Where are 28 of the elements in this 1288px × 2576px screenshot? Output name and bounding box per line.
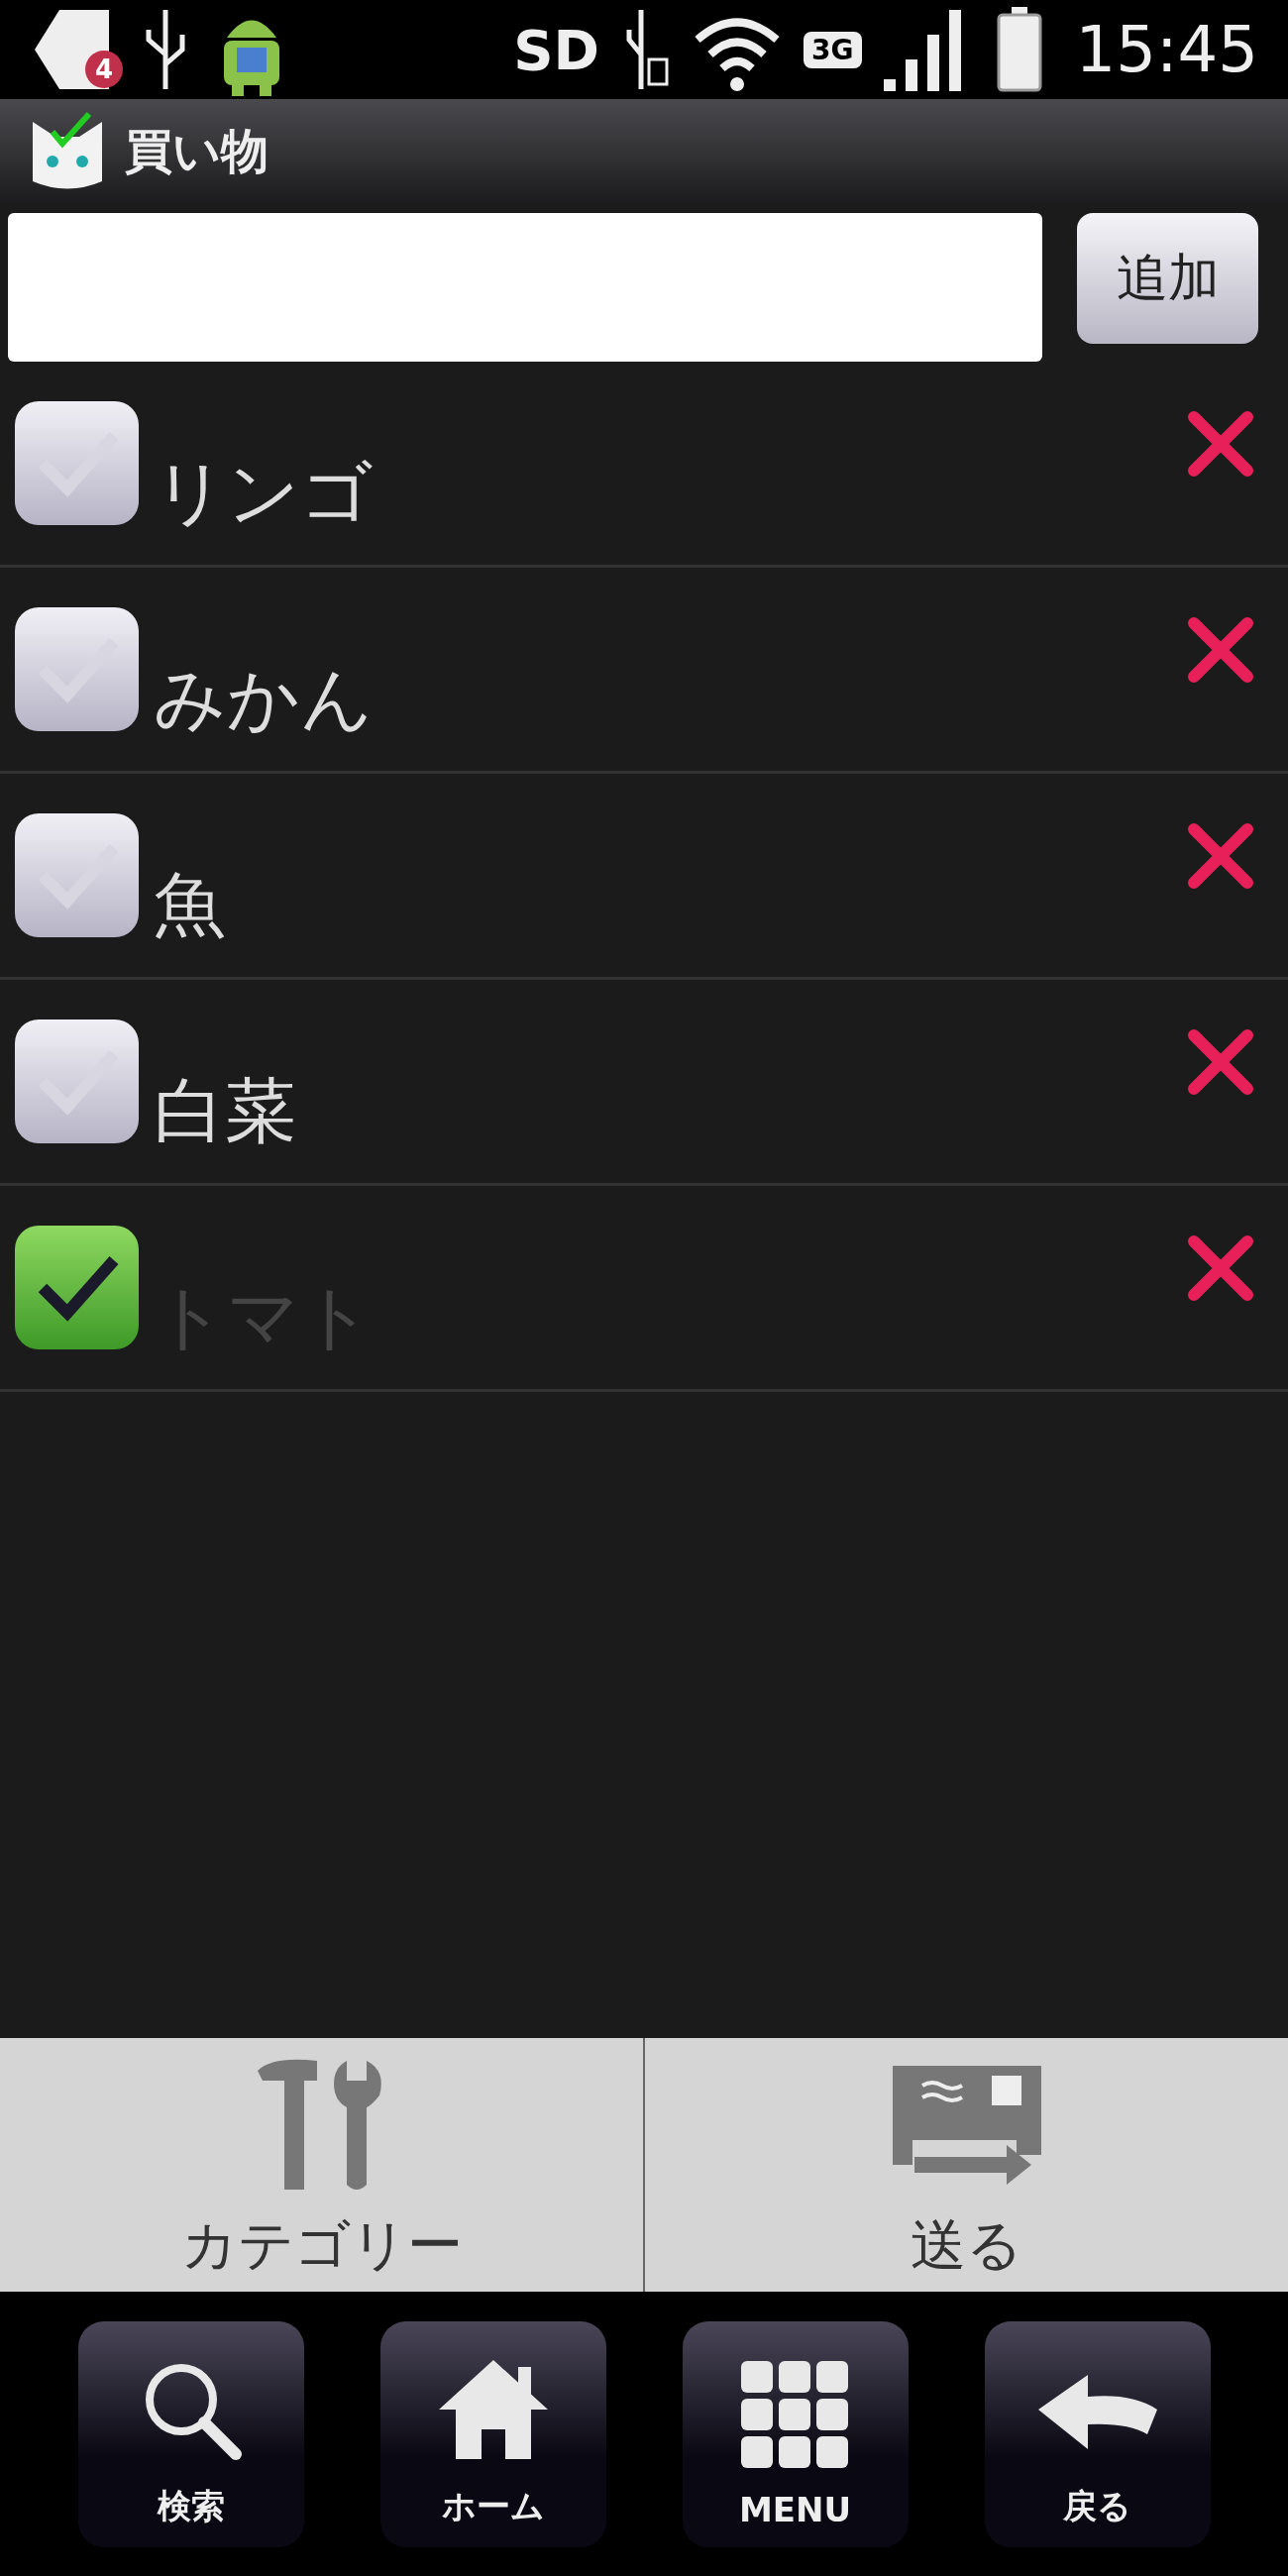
delete-x-icon[interactable] xyxy=(1188,411,1253,477)
toolbar-action-button[interactable]: カテゴリー xyxy=(0,2038,643,2292)
delete-x-icon[interactable] xyxy=(1188,1029,1253,1095)
checkbox[interactable] xyxy=(15,1226,139,1349)
nav-key-button[interactable]: 検索 xyxy=(77,2320,304,2547)
delete-x-icon[interactable] xyxy=(1188,617,1253,683)
checkbox[interactable] xyxy=(15,813,139,937)
sd-card-label: SD xyxy=(513,17,600,82)
checkbox[interactable] xyxy=(15,607,139,731)
grid-icon xyxy=(740,2360,850,2470)
delete-x-icon[interactable] xyxy=(1188,823,1253,889)
delete-x-icon[interactable] xyxy=(1188,1235,1253,1301)
checkbox[interactable] xyxy=(15,1020,139,1143)
item-input-field[interactable] xyxy=(8,213,1042,362)
nav-key-button[interactable]: ホーム xyxy=(379,2320,606,2547)
app-title: 買い物 xyxy=(125,121,268,180)
item-name: みかん xyxy=(154,656,375,742)
item-name: 魚 xyxy=(154,862,226,948)
toolbar-action-button[interactable]: 送る xyxy=(643,2038,1288,2292)
item-name: 白菜 xyxy=(154,1068,297,1154)
add-button[interactable]: 追加 xyxy=(1077,213,1258,344)
network-type-label: 3G xyxy=(804,31,862,68)
clock-time: 15:45 xyxy=(1075,13,1258,86)
nav-key-button[interactable]: 戻る xyxy=(984,2320,1211,2547)
nav-key-button[interactable]: MENU xyxy=(682,2320,909,2547)
notification-count: 4 xyxy=(85,51,123,88)
item-name: リンゴ xyxy=(154,450,375,536)
checkbox[interactable] xyxy=(15,401,139,525)
